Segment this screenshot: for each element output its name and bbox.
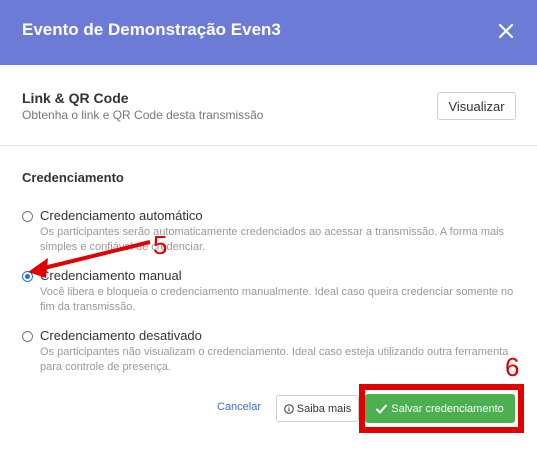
link-qr-description: Obtenha o link e QR Code desta transmiss…	[22, 108, 264, 122]
check-icon	[376, 404, 388, 413]
annotation-step-6: 6	[505, 352, 520, 382]
link-qr-title: Link & QR Code	[22, 90, 129, 106]
close-icon[interactable]	[497, 22, 515, 40]
cancel-link[interactable]: Cancelar	[217, 401, 261, 413]
save-credentialing-button[interactable]: Salvar credenciamento	[365, 394, 515, 423]
visualizar-button[interactable]: Visualizar	[437, 92, 516, 120]
info-icon	[283, 403, 294, 414]
annotation-step-5: 5	[153, 230, 168, 260]
modal-header: Evento de Demonstração Even3	[0, 0, 537, 65]
modal-title: Evento de Demonstração Even3	[22, 20, 281, 39]
learn-more-button[interactable]: Saiba mais	[276, 395, 359, 422]
option-manual-description: Você libera e bloqueia o credenciamento …	[40, 286, 514, 313]
radio-disabled[interactable]	[22, 331, 33, 342]
option-disabled-description: Os participantes não visualizam o creden…	[40, 346, 509, 373]
option-manual-label[interactable]: Credenciamento manual	[40, 268, 182, 283]
radio-automatic[interactable]	[22, 211, 33, 222]
link-qr-section: Link & QR Code Obtenha o link e QR Code …	[0, 65, 537, 146]
option-automatic-label[interactable]: Credenciamento automático	[40, 208, 203, 223]
credentialing-title: Credenciamento	[22, 170, 124, 185]
save-credentialing-label: Salvar credenciamento	[391, 402, 504, 415]
option-disabled-label[interactable]: Credenciamento desativado	[40, 328, 202, 343]
radio-manual[interactable]	[22, 271, 33, 282]
learn-more-label: Saiba mais	[296, 402, 352, 415]
option-automatic-description: Os participantes serão automaticamente c…	[40, 226, 505, 253]
